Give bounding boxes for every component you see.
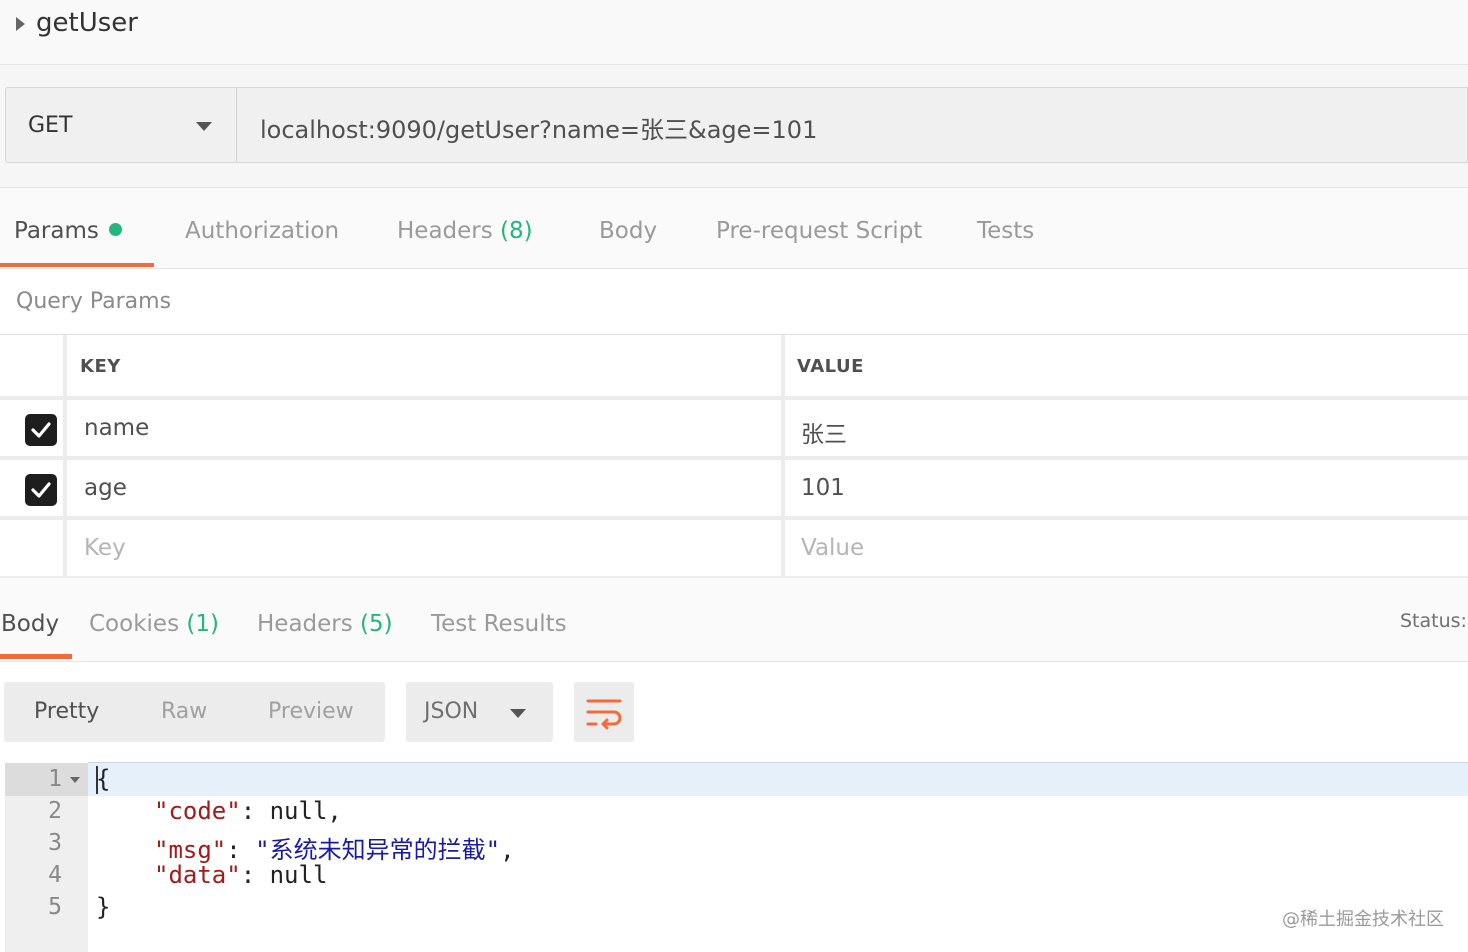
param-key[interactable]: age	[84, 475, 127, 501]
tab-authorization[interactable]: Authorization	[185, 218, 339, 244]
param-key[interactable]: name	[84, 415, 149, 441]
fold-caret-icon[interactable]	[70, 777, 80, 783]
chevron-down-icon[interactable]	[510, 709, 526, 718]
tab-headers-label: Headers	[397, 218, 493, 244]
active-tab-indicator	[0, 263, 154, 267]
line-number: 4	[48, 862, 62, 888]
request-title-bar	[0, 0, 1468, 65]
active-line-highlight	[88, 763, 1468, 796]
row-divider	[0, 456, 1468, 460]
code-line: "code": null,	[154, 797, 342, 825]
query-params-title: Query Params	[16, 289, 172, 314]
pretty-button[interactable]: Pretty	[34, 699, 99, 724]
row-divider	[0, 396, 1468, 400]
response-tabs	[0, 578, 1468, 662]
tab-prerequest-script[interactable]: Pre-request Script	[716, 218, 922, 244]
code-line: "data": null	[154, 861, 327, 889]
wrap-icon	[586, 699, 622, 730]
code-line: }	[96, 893, 111, 921]
code-line: "msg": "系统未知异常的拦截",	[154, 830, 515, 865]
tab-response-body[interactable]: Body	[1, 611, 59, 637]
tab-params[interactable]: Params	[14, 218, 122, 244]
json-key: "data"	[154, 861, 241, 889]
raw-button[interactable]: Raw	[161, 699, 207, 724]
json-value: : null,	[240, 797, 342, 825]
param-value[interactable]: 张三	[801, 415, 847, 449]
json-separator: :	[226, 836, 256, 864]
column-header-value: VALUE	[797, 356, 864, 377]
cookies-count: (1)	[186, 611, 219, 637]
params-table-header	[0, 335, 1468, 397]
response-headers-count: (5)	[360, 611, 393, 637]
param-checkbox[interactable]	[25, 474, 57, 506]
tab-cookies[interactable]: Cookies (1)	[89, 611, 219, 637]
expand-caret-icon[interactable]	[16, 17, 25, 31]
new-key-input[interactable]: Key	[84, 535, 126, 561]
tab-cookies-label: Cookies	[89, 611, 180, 637]
json-string: "系统未知异常的拦截"	[255, 836, 501, 864]
param-value[interactable]: 101	[801, 475, 845, 501]
tab-response-headers[interactable]: Headers (5)	[257, 611, 393, 637]
headers-count: (8)	[500, 218, 533, 244]
line-number: 3	[48, 830, 62, 856]
tab-response-headers-label: Headers	[257, 611, 353, 637]
active-dot-icon	[108, 223, 122, 236]
json-value: : null	[240, 861, 328, 889]
checkmark-icon	[31, 422, 51, 438]
json-key: "msg"	[154, 836, 227, 864]
line-number: 1	[48, 766, 62, 792]
status-label: Status:	[1400, 610, 1467, 632]
new-value-input[interactable]: Value	[801, 535, 864, 561]
code-line: {	[96, 765, 111, 793]
json-comma: ,	[500, 836, 515, 864]
active-tab-indicator	[0, 654, 72, 659]
language-label: JSON	[424, 699, 479, 724]
tab-test-results[interactable]: Test Results	[431, 611, 567, 637]
tab-body[interactable]: Body	[599, 218, 657, 244]
watermark: @稀土掘金技术社区	[1282, 909, 1444, 930]
url-value: localhost:9090/getUser?name=张三&age=101	[260, 116, 818, 144]
row-divider	[0, 516, 1468, 520]
request-name[interactable]: getUser	[36, 8, 138, 38]
line-number: 5	[48, 894, 62, 920]
line-number: 2	[48, 798, 62, 824]
tab-params-label: Params	[14, 218, 99, 244]
checkmark-icon	[31, 482, 51, 498]
tab-headers[interactable]: Headers (8)	[397, 218, 533, 244]
preview-button[interactable]: Preview	[268, 699, 354, 724]
param-checkbox[interactable]	[25, 414, 57, 446]
json-key: "code"	[154, 797, 241, 825]
method-label: GET	[28, 113, 73, 138]
wrap-lines-button[interactable]	[574, 682, 634, 742]
column-header-key: KEY	[80, 356, 121, 377]
tab-tests[interactable]: Tests	[977, 218, 1034, 244]
chevron-down-icon[interactable]	[196, 122, 212, 131]
